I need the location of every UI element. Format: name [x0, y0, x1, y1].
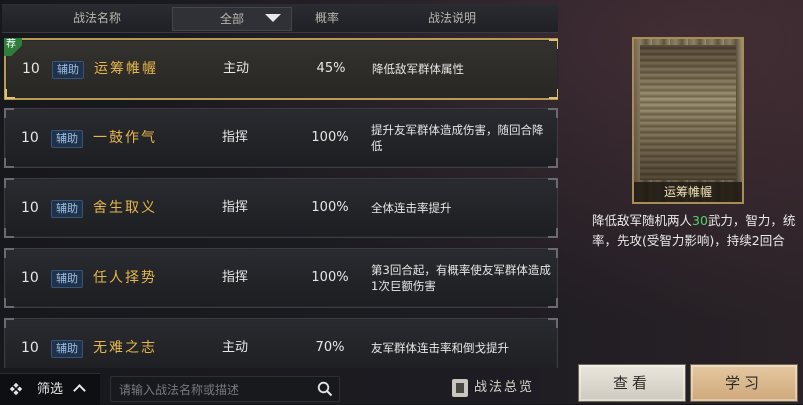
- skill-category-badge: 辅助: [51, 200, 83, 218]
- column-header-description: 战法说明: [427, 11, 476, 25]
- learn-button[interactable]: 学习: [690, 364, 798, 402]
- skill-row[interactable]: 10 辅助 舍生取义 指挥 100% 全体连击率提升: [4, 178, 558, 238]
- filter-diamond-icon: [10, 383, 22, 395]
- skill-probability: 100%: [311, 130, 349, 145]
- skill-description: 提升友军群体造成伤害，随回合降低: [371, 123, 544, 153]
- filter-label: 筛选: [37, 382, 64, 397]
- chevron-up-icon: [73, 384, 86, 397]
- skill-description: 全体连击率提升: [371, 201, 452, 215]
- column-header-probability: 概率: [314, 11, 339, 25]
- skill-type: 主动: [222, 61, 249, 76]
- skill-row[interactable]: 10 辅助 无难之志 主动 70% 友军群体连击率和倒戈提升: [4, 318, 558, 368]
- search-input[interactable]: [117, 377, 311, 403]
- skill-name: 舍生取义: [93, 200, 157, 216]
- chevron-down-icon: [265, 14, 281, 22]
- skill-category-badge: 辅助: [51, 340, 83, 358]
- skill-probability: 100%: [311, 270, 349, 285]
- book-icon: [452, 379, 468, 397]
- type-filter-value: 全部: [219, 12, 244, 26]
- skill-overview-button[interactable]: 战法总览: [450, 376, 560, 400]
- column-header-name: 战法名称: [72, 11, 121, 25]
- skill-row[interactable]: 10 辅助 一鼓作气 指挥 100% 提升友军群体造成伤害，随回合降低: [4, 108, 558, 168]
- search-box[interactable]: [110, 376, 340, 403]
- skill-card-title: 运筹帷幄: [634, 182, 742, 202]
- skill-name: 任人择势: [93, 270, 157, 286]
- filter-button[interactable]: 筛选: [0, 373, 100, 405]
- view-button[interactable]: 查看: [578, 364, 686, 402]
- skill-name: 运筹帷幄: [94, 61, 158, 77]
- skill-level: 10: [21, 340, 39, 356]
- skill-category-badge: 辅助: [51, 130, 83, 148]
- skill-card: 运筹帷幄: [632, 37, 744, 204]
- skill-detail-description: 降低敌军随机两人30武力，智力，统率，先攻(受智力影响)，持续2回合: [592, 211, 797, 251]
- skill-name: 一鼓作气: [93, 130, 157, 146]
- skill-type: 主动: [221, 340, 248, 355]
- skill-list[interactable]: 荐 10 辅助 运筹帷幄 主动 45% 降低敌军群体属性 10 辅助 一鼓作气 …: [2, 38, 558, 368]
- skill-type: 指挥: [221, 130, 248, 145]
- skill-name: 无难之志: [93, 340, 157, 356]
- skill-probability: 45%: [316, 61, 346, 76]
- type-filter-dropdown[interactable]: 全部: [172, 7, 292, 31]
- skill-row[interactable]: 10 辅助 任人择势 指挥 100% 第3回合起，有概率使友军群体造成1次巨额伤…: [4, 248, 558, 308]
- detail-desc-highlight: 30: [692, 213, 708, 228]
- skill-description: 第3回合起，有概率使友军群体造成1次巨额伤害: [371, 263, 551, 293]
- recommend-tag: 荐: [4, 38, 22, 56]
- skill-description: 降低敌军群体属性: [372, 62, 464, 76]
- skill-row[interactable]: 荐 10 辅助 运筹帷幄 主动 45% 降低敌军群体属性: [4, 38, 558, 100]
- detail-desc-before: 降低敌军随机两人: [592, 213, 693, 228]
- skill-category-badge: 辅助: [52, 61, 84, 79]
- skill-probability: 70%: [315, 340, 345, 355]
- skill-description: 友军群体连击率和倒戈提升: [371, 341, 509, 355]
- skill-probability: 100%: [311, 200, 349, 215]
- skill-level: 10: [21, 130, 39, 146]
- skill-category-badge: 辅助: [51, 270, 83, 288]
- skill-level: 10: [21, 200, 39, 216]
- skill-type: 指挥: [221, 270, 248, 285]
- skill-overview-label: 战法总览: [474, 380, 535, 395]
- skill-card-art: [640, 45, 736, 180]
- skill-type: 指挥: [221, 200, 248, 215]
- skill-level: 10: [21, 270, 39, 286]
- search-icon[interactable]: [317, 381, 333, 397]
- skill-level: 10: [22, 61, 40, 77]
- table-header: 战法名称 全部 概率 战法说明: [2, 4, 558, 33]
